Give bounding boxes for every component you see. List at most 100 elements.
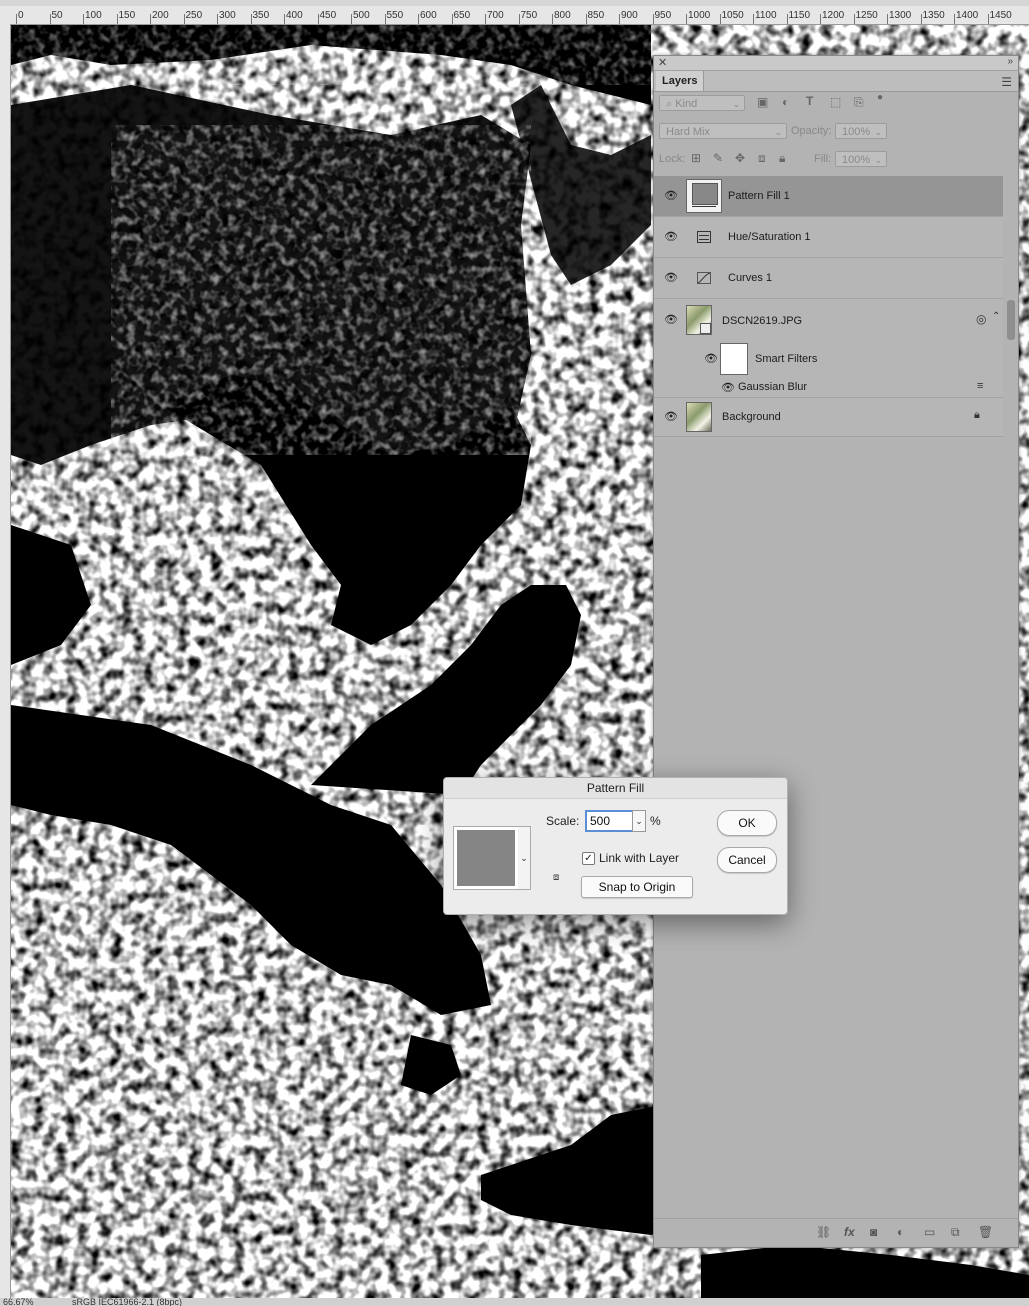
chevron-up-icon[interactable]: ⌃ bbox=[992, 311, 1000, 322]
new-layer-icon[interactable]: ⧉ bbox=[951, 1225, 960, 1240]
new-adjustment-icon[interactable]: ◐ bbox=[897, 1225, 904, 1239]
scale-label: Scale: bbox=[546, 814, 580, 828]
eye-icon[interactable]: 👁︎ bbox=[664, 410, 678, 423]
ruler-tick-label: 200 bbox=[152, 10, 169, 21]
lock-move-icon[interactable]: ✥ bbox=[735, 151, 745, 165]
ruler-tick-label: 500 bbox=[353, 10, 370, 21]
layer-row-dscn2619[interactable]: 👁︎ DSCN2619.JPG ◎ ⌃ 👁︎ Smart Filters 👁︎ … bbox=[654, 299, 1003, 398]
lock-transparent-icon[interactable]: ⊞ bbox=[691, 151, 701, 165]
filter-kind-dropdown[interactable]: ⌕ Kind ⌄ bbox=[659, 95, 745, 111]
layer-row-hue-saturation[interactable]: 👁︎ Hue/Saturation 1 bbox=[654, 217, 1003, 258]
gaussian-blur-row[interactable]: 👁︎ Gaussian Blur ≡ bbox=[684, 379, 1003, 397]
lock-brush-icon[interactable]: ✎ bbox=[713, 151, 723, 165]
chevron-down-icon: ⌄ bbox=[774, 127, 782, 137]
ruler-tick-label: 700 bbox=[487, 10, 504, 21]
curves-icon bbox=[697, 272, 711, 284]
ruler-vertical bbox=[0, 24, 11, 1298]
ruler-tick-label: 1250 bbox=[855, 10, 878, 21]
scale-dropdown-chevron-icon[interactable]: ⌄ bbox=[632, 810, 646, 832]
filter-type-icon[interactable]: T bbox=[806, 94, 813, 108]
filter-kind-value: Kind bbox=[675, 98, 698, 110]
filter-pixel-icon[interactable]: ▣ bbox=[757, 95, 768, 109]
ruler-tick-label: 750 bbox=[520, 10, 538, 21]
collapse-icon[interactable]: » bbox=[1007, 56, 1013, 67]
layer-name: Hue/Saturation 1 bbox=[728, 231, 811, 243]
eye-icon[interactable]: 👁︎ bbox=[664, 271, 678, 284]
ruler-tick-label: 0 bbox=[18, 10, 24, 21]
lock-row: Lock: ⊞ ✎ ✥ ⧈ 🔒︎ Fill: 100% ⌄ bbox=[654, 150, 1018, 168]
smart-filter-indicator-icon[interactable]: ◎ bbox=[976, 312, 986, 326]
tab-layers[interactable]: Layers bbox=[656, 71, 705, 91]
ruler-tick-label: 1300 bbox=[889, 10, 912, 21]
pattern-picker-chevron-icon[interactable]: ⌄ bbox=[518, 826, 531, 890]
close-icon[interactable]: ✕ bbox=[658, 56, 667, 69]
ruler-tick-label: 1150 bbox=[788, 10, 811, 21]
link-with-layer-checkbox[interactable]: ✓ bbox=[582, 852, 595, 865]
fx-icon[interactable]: fx bbox=[844, 1225, 855, 1239]
smart-filters-row[interactable]: 👁︎ Smart Filters bbox=[684, 341, 1003, 377]
lock-all-icon[interactable]: 🔒︎ bbox=[779, 151, 785, 166]
ruler-tick-label: 850 bbox=[587, 10, 605, 21]
link-with-layer-label[interactable]: Link with Layer bbox=[599, 851, 679, 865]
zoom-level[interactable]: 66.67% bbox=[3, 1298, 34, 1306]
ok-button[interactable]: OK bbox=[717, 810, 777, 836]
ruler-tick bbox=[954, 14, 955, 24]
trash-icon[interactable]: 🗑︎ bbox=[978, 1225, 993, 1239]
eye-icon[interactable]: 👁︎ bbox=[721, 381, 735, 394]
filter-toggle-icon[interactable]: ● bbox=[877, 92, 883, 103]
layer-row-curves[interactable]: 👁︎ Curves 1 bbox=[654, 258, 1003, 299]
layers-panel[interactable]: ✕ » Layers ☰ ⌕ Kind ⌄ ▣ ◐ T ⬚ ⎘ ● Hard M… bbox=[653, 55, 1019, 1248]
ruler-tick bbox=[317, 14, 319, 24]
layer-row-background[interactable]: 👁︎ Background 🔒︎ bbox=[654, 398, 1003, 437]
lock-label: Lock: bbox=[659, 153, 686, 165]
ruler-tick bbox=[518, 14, 520, 24]
smart-filter-mask-thumbnail bbox=[720, 343, 748, 375]
ruler-tick bbox=[183, 14, 185, 24]
eye-icon[interactable]: 👁︎ bbox=[664, 313, 678, 326]
new-group-icon[interactable]: ▭ bbox=[924, 1225, 935, 1239]
ruler-tick bbox=[284, 14, 285, 24]
eye-icon[interactable]: 👁︎ bbox=[704, 352, 718, 365]
pattern-swatch[interactable] bbox=[453, 826, 519, 890]
ruler-tick-label: 350 bbox=[252, 10, 270, 21]
fill-value: 100% bbox=[842, 154, 871, 166]
ruler-tick bbox=[786, 14, 788, 24]
ruler-tick bbox=[686, 14, 687, 24]
panel-menu-icon[interactable]: ☰ bbox=[1001, 75, 1012, 89]
lock-artboard-icon[interactable]: ⧈ bbox=[758, 151, 766, 166]
layer-thumbnail bbox=[686, 402, 712, 432]
ruler-tick-label: 450 bbox=[319, 10, 337, 21]
cancel-button[interactable]: Cancel bbox=[717, 847, 777, 873]
opacity-field[interactable]: 100% ⌄ bbox=[835, 123, 887, 139]
filter-adjustment-icon[interactable]: ◐ bbox=[782, 95, 789, 109]
filter-shape-icon[interactable]: ⬚ bbox=[830, 95, 841, 109]
dialog-title: Pattern Fill bbox=[444, 778, 787, 799]
ruler-tick-label: 900 bbox=[621, 10, 638, 21]
filter-row: ⌕ Kind ⌄ ▣ ◐ T ⬚ ⎘ ● bbox=[654, 92, 1018, 112]
ruler-tick-label: 1450 bbox=[989, 10, 1012, 21]
layer-name: Gaussian Blur bbox=[738, 381, 808, 393]
ruler-tick-label: 950 bbox=[654, 10, 672, 21]
scale-input[interactable]: 500 bbox=[585, 810, 636, 832]
pattern-fill-dialog: Pattern Fill ⌄ Scale: 500 ⌄ % ✓ Link wit… bbox=[443, 777, 788, 915]
ruler-tick bbox=[150, 14, 151, 24]
opacity-label: Opacity: bbox=[791, 125, 832, 137]
fill-field[interactable]: 100% ⌄ bbox=[835, 151, 887, 167]
blend-mode-dropdown[interactable]: Hard Mix ⌄ bbox=[659, 123, 787, 139]
layers-scrollbar[interactable] bbox=[1007, 300, 1015, 340]
eye-icon[interactable]: 👁︎ bbox=[664, 189, 678, 202]
layer-row-pattern-fill[interactable]: 👁︎ Pattern Fill 1 bbox=[654, 176, 1003, 217]
ruler-tick bbox=[16, 14, 17, 24]
filter-smartobject-icon[interactable]: ⎘ bbox=[854, 95, 864, 110]
eye-icon[interactable]: 👁︎ bbox=[664, 230, 678, 243]
layer-thumbnail bbox=[686, 305, 712, 335]
add-mask-icon[interactable]: ◙ bbox=[870, 1225, 877, 1239]
link-layers-icon[interactable]: ⛓ bbox=[816, 1225, 831, 1239]
snap-to-origin-button[interactable]: Snap to Origin bbox=[581, 876, 693, 898]
ruler-tick-label: 550 bbox=[386, 10, 404, 21]
layer-name: Background bbox=[722, 411, 781, 423]
ruler-tick bbox=[49, 14, 51, 24]
blending-options-icon[interactable]: ≡ bbox=[977, 380, 983, 392]
chevron-down-icon: ⌄ bbox=[874, 127, 882, 137]
ruler-tick bbox=[250, 14, 252, 24]
